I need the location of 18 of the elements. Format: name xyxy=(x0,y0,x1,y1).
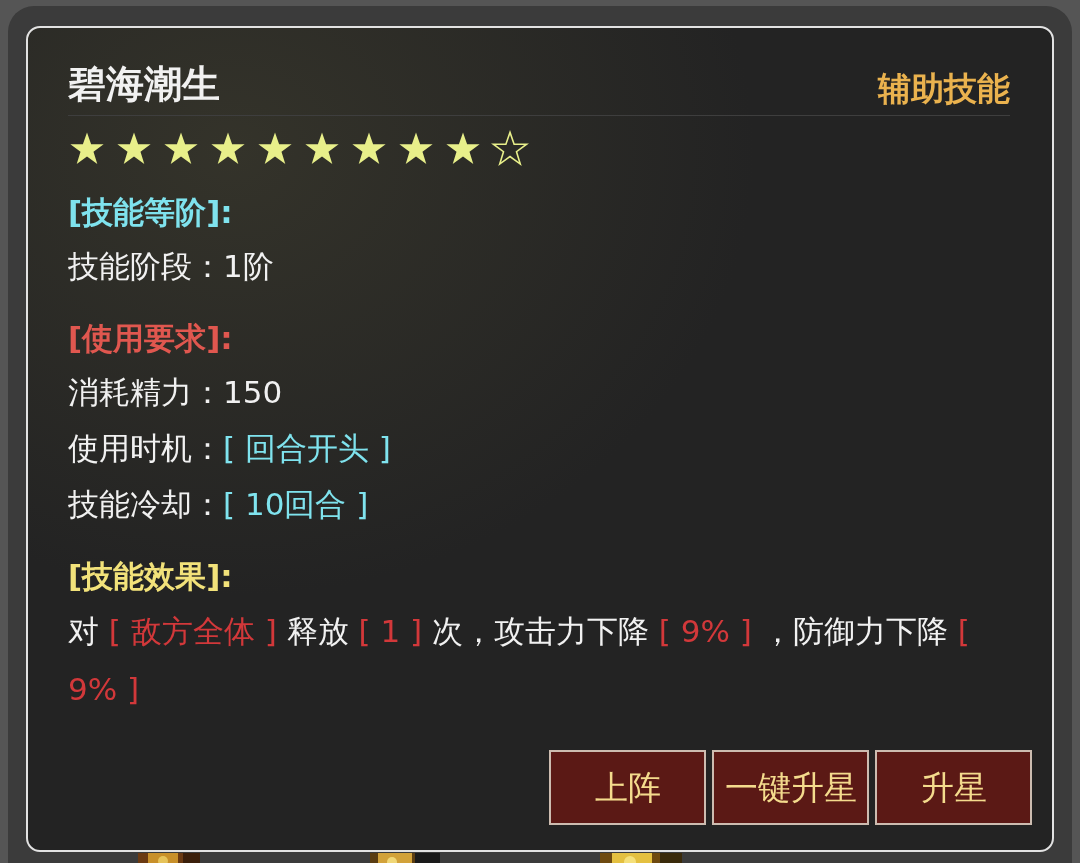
action-button[interactable]: 一键升星 xyxy=(712,750,869,825)
empty-star-icon xyxy=(491,130,529,168)
field-value: [ 10回合 ] xyxy=(223,486,369,522)
field-label: 消耗精力： xyxy=(68,374,223,410)
field-value: 150 xyxy=(223,374,283,410)
field-label: 技能冷却： xyxy=(68,486,223,522)
action-button[interactable]: 升星 xyxy=(875,750,1032,825)
skill-name: 碧海潮生 xyxy=(68,61,220,108)
field-label: 使用时机： xyxy=(68,430,223,466)
section-title: [使用要求]: xyxy=(68,319,234,358)
action-button[interactable]: 上阵 xyxy=(549,750,706,825)
section-title: [技能效果]: xyxy=(68,557,234,596)
effect-description: 对 [ 敌方全体 ] 释放 [ 1 ] 次，攻击力下降 [ 9% ] ，防御力下降 [ 9% ] xyxy=(68,612,971,709)
field-label: 技能阶段： xyxy=(68,248,223,284)
field-value: 1阶 xyxy=(223,248,274,284)
skill-type: 辅助技能 xyxy=(878,67,1010,110)
field-value: [ 回合开头 ] xyxy=(223,430,391,466)
section-title: [技能等阶]: xyxy=(68,193,234,232)
